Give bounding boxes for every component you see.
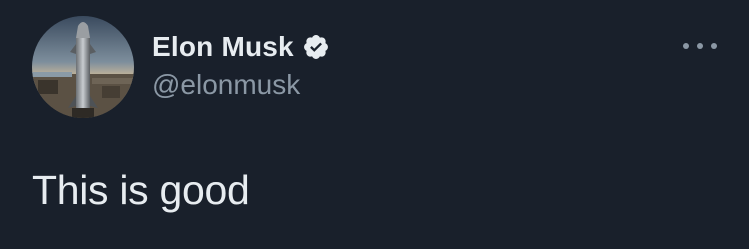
starship-rocket-avatar-image [32,16,134,118]
verified-badge-icon [302,33,330,61]
tweet-text: This is good [32,167,250,213]
avatar[interactable] [32,16,134,118]
more-dot [683,43,689,49]
tweet-card: Elon Musk @elonmusk This is good [0,0,749,249]
author-name-row: Elon Musk [152,30,330,64]
author-display-name[interactable]: Elon Musk [152,30,294,64]
author-handle[interactable]: @elonmusk [152,68,300,102]
more-horizontal-icon[interactable] [683,36,717,56]
more-dot [711,43,717,49]
more-dot [697,43,703,49]
